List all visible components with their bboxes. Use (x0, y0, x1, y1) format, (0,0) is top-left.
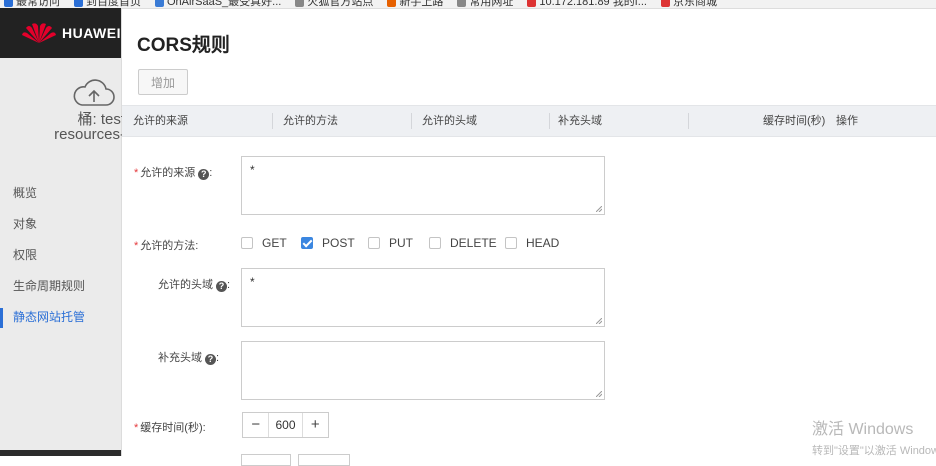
column-header-origin: 允许的来源 (133, 115, 188, 127)
method-head-label: HEAD (526, 236, 560, 250)
bookmark-icon (660, 0, 670, 7)
resize-handle-icon[interactable] (596, 206, 602, 212)
checkbox-post[interactable] (301, 237, 313, 249)
method-put[interactable]: PUT (368, 235, 413, 251)
bookmark-label: 到百度首页 (86, 0, 141, 8)
column-divider (411, 113, 412, 129)
expose-headers-label: 补充头域?: (158, 352, 220, 365)
cache-time-label: * 缓存时间(秒): (134, 419, 206, 435)
allowed-headers-value: * (250, 275, 255, 289)
bookmark-item[interactable]: 新手上路 (387, 0, 443, 8)
sidebar-item-static-website[interactable]: 静态网站托管 (0, 302, 121, 333)
expose-headers-textarea[interactable] (241, 341, 605, 400)
resize-handle-icon[interactable] (596, 391, 602, 397)
method-get[interactable]: GET (241, 235, 287, 251)
sidebar: HUAWEI 桶: test resources- 概览 对象 权限 生命周期规… (0, 8, 125, 456)
bookmark-label: 最常访问 (16, 0, 60, 8)
column-divider (688, 113, 689, 129)
bookmark-label: 火狐官方站点 (307, 0, 374, 8)
help-icon[interactable]: ? (216, 281, 227, 292)
decrement-button[interactable]: − (243, 413, 268, 437)
required-marker: * (134, 167, 139, 179)
page-title: CORS规则 (137, 35, 230, 56)
sidebar-item-permissions[interactable]: 权限 (0, 240, 121, 271)
sidebar-item-lifecycle[interactable]: 生命周期规则 (0, 271, 121, 302)
methods-label-text: 允许的方法: (140, 240, 199, 252)
bookmark-icon (74, 0, 83, 7)
column-header-cache-time: 缓存时间(秒) (763, 115, 826, 127)
cloud-upload-icon (73, 79, 115, 106)
sidebar-nav: 概览 对象 权限 生命周期规则 静态网站托管 (0, 178, 121, 333)
bookmark-icon (457, 0, 467, 7)
bookmark-item[interactable]: 10.172.181.89 我的f... (527, 0, 647, 8)
bookmark-item[interactable]: 到百度首页 (74, 0, 141, 8)
bookmark-label: 10.172.181.89 我的f... (539, 0, 647, 8)
bookmark-item[interactable]: 常用网址 (457, 0, 513, 8)
method-get-label: GET (262, 236, 287, 250)
resize-handle-icon[interactable] (596, 318, 602, 324)
methods-label: * 允许的方法: (134, 237, 198, 253)
help-icon[interactable]: ? (205, 354, 216, 365)
bookmark-label: 常用网址 (469, 0, 514, 8)
origin-value: * (250, 163, 255, 177)
checkbox-put[interactable] (368, 237, 380, 249)
sidebar-item-objects[interactable]: 对象 (0, 209, 121, 240)
sidebar-footer (0, 450, 121, 456)
bookmark-icon (4, 0, 13, 7)
method-post[interactable]: POST (301, 235, 355, 251)
bookmark-item[interactable]: 火狐官方站点 (295, 0, 373, 8)
huawei-logo-icon (22, 23, 56, 43)
method-head[interactable]: HEAD (505, 235, 559, 251)
column-header-allowed-headers: 允许的头域 (422, 115, 477, 127)
allowed-headers-label-text: 允许的头域 (158, 279, 213, 291)
bookmark-label: 新手上路 (399, 0, 444, 8)
bookmark-icon (295, 0, 305, 7)
brand-header[interactable]: HUAWEI (0, 8, 121, 58)
column-header-expose-headers: 补充头域 (558, 115, 602, 127)
required-marker: * (134, 240, 139, 252)
column-header-actions: 操作 (836, 115, 858, 127)
checkbox-head[interactable] (505, 237, 517, 249)
allowed-headers-label: 允许的头域?: (158, 279, 231, 292)
watermark-title: 激活 Windows (812, 421, 914, 438)
bucket-name-continued: resources- (54, 126, 125, 143)
brand-name: HUAWEI (62, 25, 121, 41)
main-panel: CORS规则 增加 允许的来源 允许的方法 允许的头域 补充头域 缓存时间(秒)… (122, 8, 936, 466)
sidebar-item-overview[interactable]: 概览 (0, 178, 121, 209)
column-header-methods: 允许的方法 (283, 115, 338, 127)
origin-textarea[interactable]: * (241, 156, 605, 215)
method-delete-label: DELETE (450, 236, 497, 250)
cache-time-stepper[interactable]: − 600 + (242, 412, 329, 438)
column-divider (272, 113, 273, 129)
add-rule-button[interactable]: 增加 (138, 69, 188, 95)
bookmark-item[interactable]: 最常访问 (4, 0, 60, 8)
checkbox-get[interactable] (241, 237, 253, 249)
windows-activation-watermark: 激活 Windows 转到"设置"以激活 Windows (812, 415, 936, 458)
bookmark-label: OnAirSaaS_最受真好... (167, 0, 282, 8)
origin-label-text: 允许的来源 (140, 167, 196, 179)
cache-time-value[interactable]: 600 (268, 413, 303, 437)
bookmark-icon (155, 0, 164, 7)
allowed-headers-textarea[interactable]: * (241, 268, 605, 327)
cache-time-label-text: 缓存时间(秒): (140, 422, 206, 434)
checkbox-delete[interactable] (429, 237, 441, 249)
increment-button[interactable]: + (303, 413, 328, 437)
bookmark-icon (527, 0, 537, 7)
bookmark-item[interactable]: OnAirSaaS_最受真好... (155, 0, 281, 8)
table-header: 允许的来源 允许的方法 允许的头域 补充头域 缓存时间(秒) 操作 (122, 105, 936, 137)
bookmark-item[interactable]: 京东商城 (660, 0, 717, 8)
method-delete[interactable]: DELETE (429, 235, 497, 251)
bookmark-label: 京东商城 (672, 0, 717, 8)
bookmark-icon (387, 0, 397, 7)
required-marker: * (134, 422, 139, 434)
column-divider (549, 113, 550, 129)
help-icon[interactable]: ? (198, 169, 210, 180)
method-put-label: PUT (389, 236, 413, 250)
method-post-label: POST (322, 236, 355, 250)
expose-headers-label-text: 补充头域 (158, 352, 202, 364)
origin-label: * 允许的来源?: (134, 167, 213, 180)
